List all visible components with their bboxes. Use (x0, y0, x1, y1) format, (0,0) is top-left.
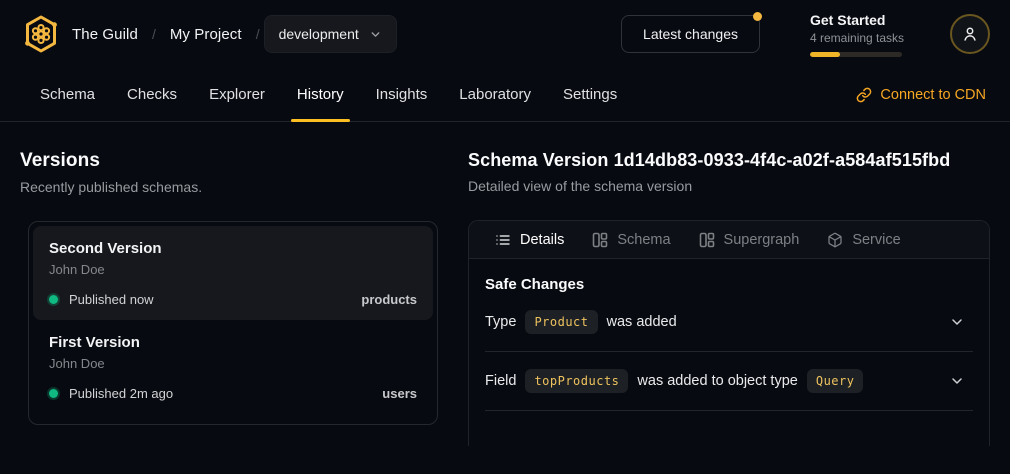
versions-panel: Versions Recently published schemas. Sec… (20, 150, 450, 474)
published-time: Published 2m ago (69, 386, 173, 401)
target-selector-value: development (279, 26, 359, 42)
connect-to-cdn-link[interactable]: Connect to CDN (854, 68, 988, 121)
tab-settings[interactable]: Settings (547, 68, 633, 121)
schema-version-panel: Schema Version 1d14db83-0933-4f4c-a02f-a… (468, 150, 990, 474)
tab-checks[interactable]: Checks (111, 68, 193, 121)
tab-schema[interactable]: Schema (24, 68, 111, 121)
tab-supergraph[interactable]: Supergraph (685, 221, 814, 258)
connect-to-cdn-label: Connect to CDN (880, 87, 986, 103)
get-started-progress-track (810, 52, 902, 57)
version-title: First Version (49, 334, 417, 351)
version-author: John Doe (49, 356, 417, 371)
version-item-second[interactable]: Second Version John Doe Published now pr… (33, 226, 433, 320)
tab-schema-sdl[interactable]: Schema (578, 221, 684, 258)
change-middle: was added to object type (637, 373, 797, 389)
breadcrumb-org[interactable]: The Guild (72, 26, 138, 43)
cube-icon (827, 232, 843, 248)
published-status-dot (49, 389, 58, 398)
tab-laboratory[interactable]: Laboratory (443, 68, 547, 121)
safe-changes-title: Safe Changes (485, 276, 973, 293)
change-row[interactable]: Type Product was added (485, 293, 973, 352)
app-header: The Guild / My Project / development Lat… (0, 0, 1010, 68)
change-middle: was added (607, 314, 677, 330)
version-list: Second Version John Doe Published now pr… (28, 221, 438, 425)
user-icon (961, 25, 979, 43)
detail-box: Details Schema Supergraph (468, 220, 990, 446)
schema-version-title: Schema Version 1d14db83-0933-4f4c-a02f-a… (468, 150, 990, 171)
breadcrumb-project[interactable]: My Project (170, 26, 242, 43)
tab-history[interactable]: History (281, 68, 360, 121)
tab-details[interactable]: Details (481, 221, 578, 258)
change-prefix: Field (485, 373, 516, 389)
service-name: users (382, 386, 417, 401)
tab-insights[interactable]: Insights (360, 68, 444, 121)
link-icon (856, 87, 872, 103)
service-name: products (361, 292, 417, 307)
chevron-down-icon[interactable] (949, 373, 965, 389)
schema-version-subtitle: Detailed view of the schema version (468, 178, 990, 194)
get-started-widget[interactable]: Get Started 4 remaining tasks (810, 12, 906, 57)
published-status-dot (49, 295, 58, 304)
breadcrumb: The Guild / My Project / (72, 26, 260, 43)
version-author: John Doe (49, 262, 417, 277)
latest-changes-button[interactable]: Latest changes (621, 15, 760, 53)
chevron-down-icon[interactable] (949, 314, 965, 330)
published-time: Published now (69, 292, 154, 307)
change-row[interactable]: Field topProducts was added to object ty… (485, 352, 973, 411)
change-prefix: Type (485, 314, 516, 330)
columns-icon (699, 232, 715, 248)
code-badge: Product (525, 310, 597, 334)
tab-service[interactable]: Service (813, 221, 914, 258)
list-icon (495, 232, 511, 248)
primary-nav: Schema Checks Explorer History Insights … (0, 68, 1010, 122)
target-selector-dropdown[interactable]: development (264, 15, 397, 53)
versions-title: Versions (20, 150, 450, 172)
breadcrumb-separator: / (152, 26, 156, 42)
columns-icon (592, 232, 608, 248)
hive-logo-icon[interactable] (22, 13, 60, 55)
detail-tabs: Details Schema Supergraph (469, 221, 989, 259)
code-badge: Query (807, 369, 864, 393)
get-started-subtitle: 4 remaining tasks (810, 31, 906, 45)
main-content: Versions Recently published schemas. Sec… (0, 122, 1010, 474)
tab-explorer[interactable]: Explorer (193, 68, 281, 121)
user-avatar[interactable] (950, 14, 990, 54)
get-started-progress-fill (810, 52, 840, 57)
latest-changes-label: Latest changes (643, 26, 738, 42)
notification-dot (753, 12, 762, 21)
version-title: Second Version (49, 240, 417, 257)
chevron-down-icon (369, 28, 382, 41)
detail-content: Safe Changes Type Product was added Fiel… (469, 259, 989, 411)
version-item-first[interactable]: First Version John Doe Published 2m ago … (33, 320, 433, 414)
versions-subtitle: Recently published schemas. (20, 179, 450, 195)
get-started-title: Get Started (810, 12, 906, 29)
breadcrumb-separator: / (256, 26, 260, 42)
code-badge: topProducts (525, 369, 628, 393)
